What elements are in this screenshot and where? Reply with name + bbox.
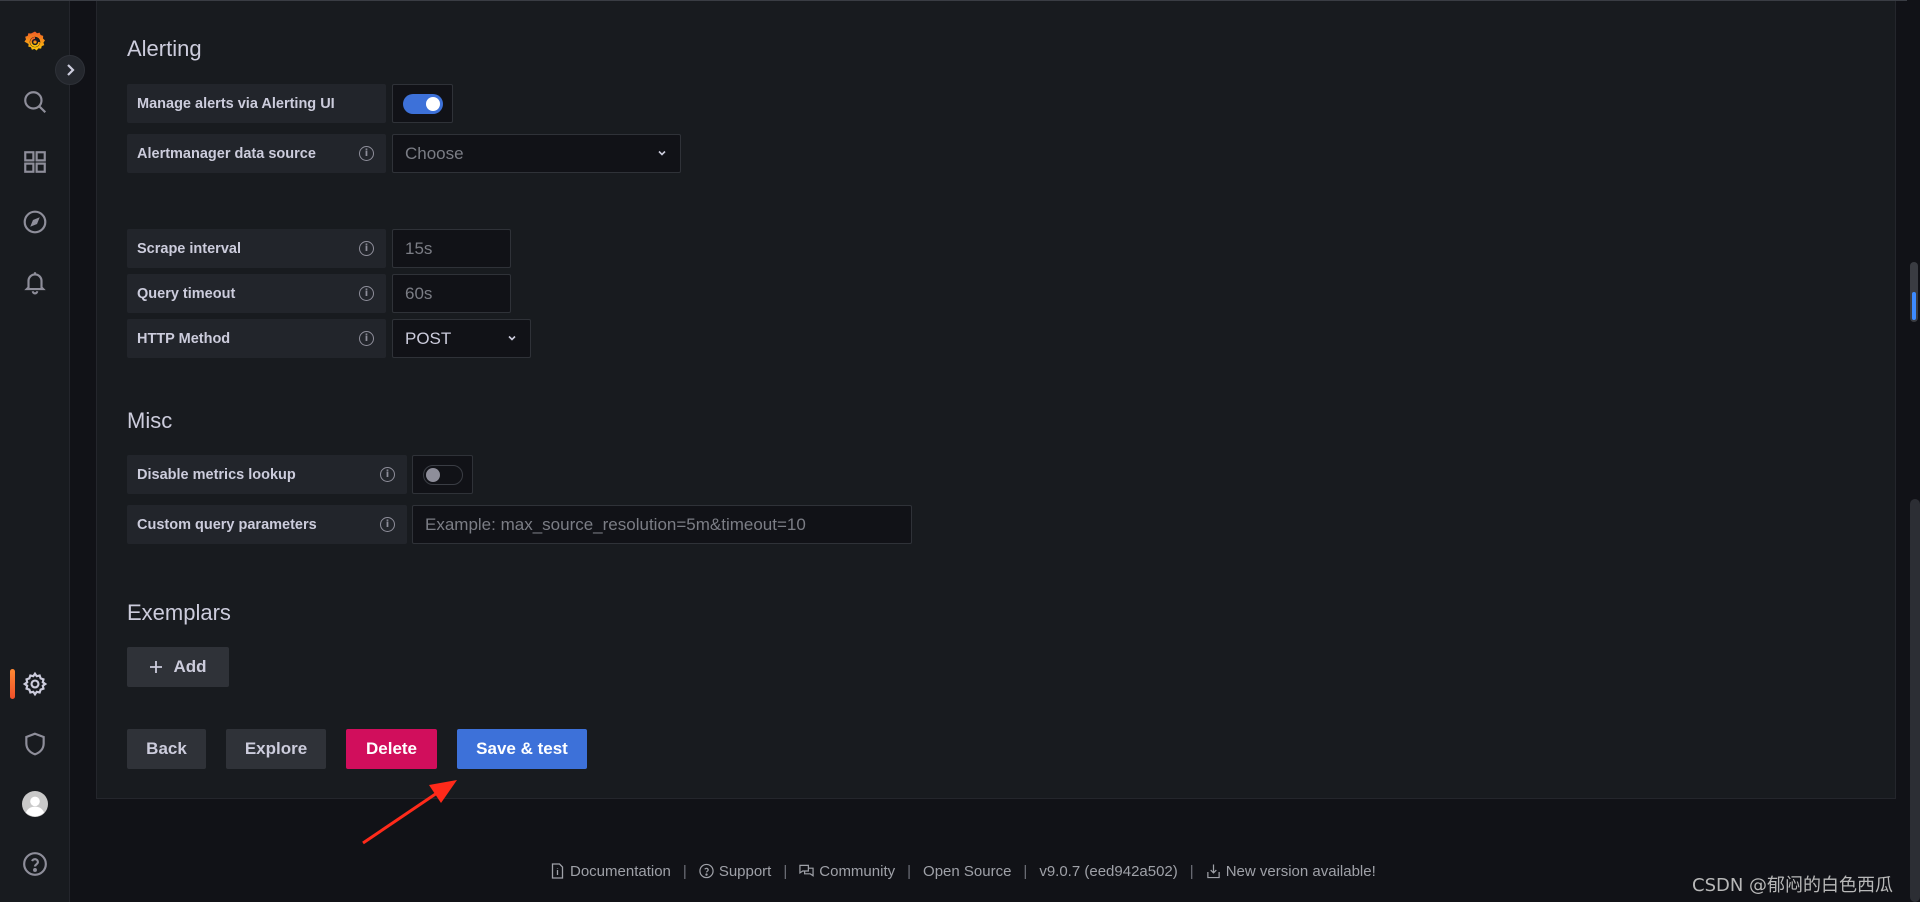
http-method-value: POST xyxy=(405,328,452,348)
delete-button[interactable]: Delete xyxy=(346,729,437,769)
avatar-profile-icon[interactable] xyxy=(20,789,50,819)
alertmanager-datasource-select[interactable]: Choose xyxy=(392,134,681,173)
alertmanager-datasource-label: Alertmanager data source i xyxy=(127,134,386,173)
separator: | xyxy=(1023,862,1028,880)
separator: | xyxy=(682,862,687,880)
question-circle-icon xyxy=(699,863,714,879)
chevron-right-icon xyxy=(67,64,75,76)
documentation-link[interactable]: Documentation xyxy=(550,863,671,880)
explore-button[interactable]: Explore xyxy=(226,729,326,769)
http-method-label: HTTP Method i xyxy=(127,319,386,358)
http-method-select[interactable]: POST xyxy=(392,319,531,358)
disable-metrics-lookup-label: Disable metrics lookup i xyxy=(127,455,407,494)
toggle-knob xyxy=(426,97,440,111)
sidebar xyxy=(0,1,70,902)
info-icon[interactable]: i xyxy=(380,467,395,482)
new-version-link[interactable]: New version available! xyxy=(1206,863,1376,880)
disable-metrics-toggle-container xyxy=(412,455,473,494)
manage-alerts-label: Manage alerts via Alerting UI xyxy=(127,84,386,123)
expand-sidebar-button[interactable] xyxy=(55,55,85,85)
help-icon[interactable] xyxy=(20,849,50,879)
search-icon[interactable] xyxy=(20,87,50,117)
grafana-logo-icon[interactable] xyxy=(20,27,50,57)
info-icon[interactable]: i xyxy=(359,286,374,301)
alerting-section-title: Alerting xyxy=(127,36,202,61)
manage-alerts-toggle-container xyxy=(392,84,453,123)
back-button[interactable]: Back xyxy=(127,729,206,769)
open-source-link[interactable]: Open Source xyxy=(923,863,1011,880)
separator: | xyxy=(1189,862,1194,880)
scrape-interval-input[interactable] xyxy=(405,238,498,259)
custom-query-parameters-label: Custom query parameters i xyxy=(127,505,407,544)
mini-scroll-indicator-fill xyxy=(1912,292,1916,320)
comments-icon xyxy=(799,864,814,877)
csdn-watermark: CSDN @郁闷的白色西瓜 xyxy=(1692,875,1894,896)
add-exemplar-button[interactable]: Add xyxy=(127,647,229,687)
custom-query-parameters-input[interactable] xyxy=(425,514,899,535)
info-icon[interactable]: i xyxy=(359,331,374,346)
shield-admin-icon[interactable] xyxy=(20,729,50,759)
query-timeout-label: Query timeout i xyxy=(127,274,386,313)
scrollbar-thumb[interactable] xyxy=(1910,499,1920,902)
misc-section-title: Misc xyxy=(127,408,173,433)
active-indicator xyxy=(10,669,15,699)
chevron-down-icon xyxy=(508,335,516,341)
separator: | xyxy=(783,862,788,880)
version-text: v9.0.7 (eed942a502) xyxy=(1039,862,1178,880)
footer: Documentation | Support | Community | Op… xyxy=(550,859,1376,883)
gear-configuration-icon[interactable] xyxy=(20,669,50,699)
download-icon xyxy=(1206,864,1220,879)
document-icon xyxy=(551,863,564,879)
support-link[interactable]: Support xyxy=(699,863,771,880)
separator: | xyxy=(907,862,912,880)
toggle-knob xyxy=(426,468,440,482)
bell-alerting-icon[interactable] xyxy=(20,267,50,297)
chevron-down-icon xyxy=(658,150,666,156)
exemplars-section-title: Exemplars xyxy=(127,600,231,625)
custom-query-input-wrapper xyxy=(412,505,912,544)
manage-alerts-toggle[interactable] xyxy=(403,94,443,114)
compass-explore-icon[interactable] xyxy=(20,207,50,237)
info-icon[interactable]: i xyxy=(359,146,374,161)
info-icon[interactable]: i xyxy=(359,241,374,256)
info-icon[interactable]: i xyxy=(380,517,395,532)
query-timeout-input-wrapper xyxy=(392,274,511,313)
scrape-interval-input-wrapper xyxy=(392,229,511,268)
save-and-test-button[interactable]: Save & test xyxy=(457,729,587,769)
query-timeout-input[interactable] xyxy=(405,283,498,304)
annotation-arrow xyxy=(362,780,457,845)
scrape-interval-label: Scrape interval i xyxy=(127,229,386,268)
alertmanager-select-placeholder: Choose xyxy=(405,143,464,163)
plus-icon xyxy=(150,661,163,673)
dashboards-icon[interactable] xyxy=(20,147,50,177)
disable-metrics-toggle[interactable] xyxy=(423,465,463,485)
community-link[interactable]: Community xyxy=(799,863,895,880)
